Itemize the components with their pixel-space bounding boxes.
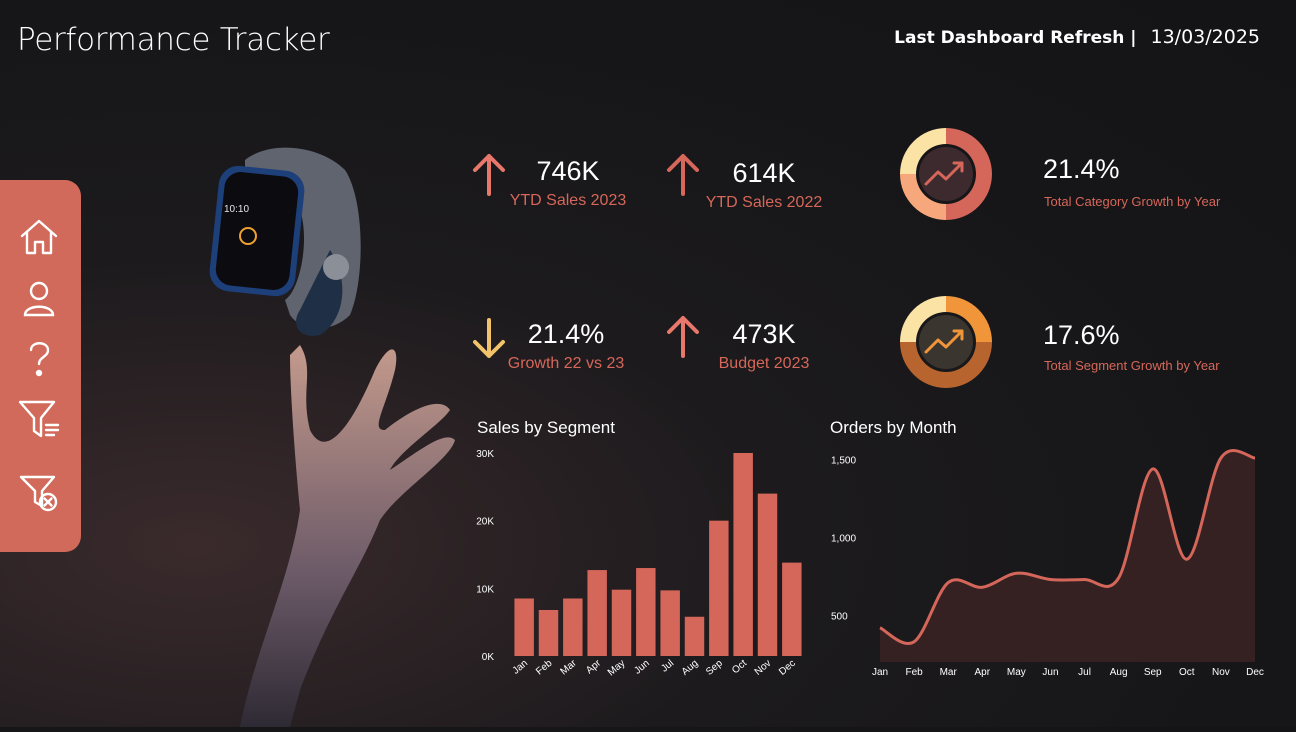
last-refresh: Last Dashboard Refresh | 13/03/2025 bbox=[894, 26, 1260, 48]
bar bbox=[709, 520, 729, 656]
kpi-value: 473K bbox=[732, 319, 796, 349]
kpi-value: 746K bbox=[536, 156, 600, 186]
x-tick-label: Sep bbox=[1144, 667, 1162, 678]
x-tick-label: Jul bbox=[1078, 667, 1091, 678]
ring-value: 21.4% bbox=[1043, 154, 1120, 184]
sales-by-segment-title: Sales by Segment bbox=[477, 418, 615, 437]
x-tick-label: Feb bbox=[905, 667, 923, 678]
kpi-label: YTD Sales 2022 bbox=[705, 194, 823, 211]
x-tick-label: May bbox=[606, 658, 628, 679]
y-tick-label: 0K bbox=[482, 652, 495, 663]
bar bbox=[660, 590, 680, 656]
x-tick-label: Mar bbox=[940, 667, 958, 678]
x-tick-label: Jan bbox=[511, 658, 530, 677]
x-tick-label: Sep bbox=[704, 658, 725, 678]
refresh-label: Last Dashboard Refresh | bbox=[894, 28, 1137, 48]
x-tick-label: Nov bbox=[753, 658, 774, 678]
x-tick-label: Jun bbox=[1042, 667, 1058, 678]
bar bbox=[587, 570, 607, 656]
orders-by-month-chart: 500 1,000 1,500 Jan Feb Mar Apr May Jun Jul Aug Sep… bbox=[831, 449, 1264, 678]
kpi-label: YTD Sales 2023 bbox=[509, 192, 627, 209]
orders-by-month-title: Orders by Month bbox=[830, 418, 957, 437]
bar bbox=[684, 616, 705, 656]
home-icon[interactable] bbox=[18, 216, 60, 258]
bar bbox=[563, 598, 583, 656]
kpi-budget-2023: 473K Budget 2023 bbox=[664, 310, 854, 380]
bar bbox=[782, 562, 802, 656]
sidebar-nav bbox=[0, 180, 81, 552]
bar bbox=[733, 453, 753, 656]
sales-by-segment-chart: 0K 10K 20K 30K Jan Feb Mar Apr May Jun Jul Aug Sep Oc… bbox=[476, 449, 802, 679]
refresh-date: 13/03/2025 bbox=[1150, 26, 1260, 48]
y-tick-label: 1,500 bbox=[831, 456, 856, 467]
y-tick-label: 500 bbox=[831, 611, 848, 622]
y-tick-label: 20K bbox=[476, 517, 494, 528]
segment-growth-ring bbox=[898, 294, 994, 390]
x-tick-label: Aug bbox=[680, 658, 701, 678]
x-tick-label: Oct bbox=[1179, 667, 1195, 678]
bar bbox=[611, 589, 632, 656]
x-tick-label: Oct bbox=[730, 658, 749, 677]
x-tick-label: Jun bbox=[632, 658, 651, 677]
y-tick-label: 10K bbox=[476, 584, 494, 595]
kpi-ytd-sales-2022: 614K YTD Sales 2022 bbox=[664, 148, 854, 218]
bar bbox=[757, 493, 778, 656]
kpi-value: 21.4% bbox=[527, 319, 605, 349]
bar bbox=[636, 568, 656, 656]
user-icon[interactable] bbox=[18, 278, 60, 320]
x-tick-label: Mar bbox=[558, 657, 579, 677]
ring-label: Total Category Growth by Year bbox=[1044, 194, 1221, 209]
x-tick-label: Apr bbox=[584, 657, 604, 676]
ring-label: Total Segment Growth by Year bbox=[1044, 358, 1220, 373]
ring-value: 17.6% bbox=[1043, 320, 1120, 350]
filter-icon[interactable] bbox=[18, 398, 60, 440]
y-tick-label: 30K bbox=[476, 449, 494, 460]
help-icon[interactable] bbox=[18, 338, 60, 380]
x-tick-label: Dec bbox=[777, 658, 798, 678]
category-growth-ring bbox=[898, 126, 994, 222]
x-tick-label: Feb bbox=[534, 658, 555, 678]
svg-text:10:10: 10:10 bbox=[224, 204, 249, 215]
x-tick-label: Dec bbox=[1246, 667, 1264, 678]
bar bbox=[514, 598, 534, 656]
bar bbox=[538, 609, 559, 656]
kpi-label: Growth 22 vs 23 bbox=[507, 355, 625, 372]
x-tick-label: Aug bbox=[1110, 667, 1128, 678]
y-tick-label: 1,000 bbox=[831, 533, 856, 544]
trend-up-icon bbox=[667, 154, 699, 196]
x-tick-label: Jan bbox=[872, 667, 888, 678]
kpi-ytd-sales-2023: 746K YTD Sales 2023 bbox=[470, 148, 660, 218]
kpi-label: Budget 2023 bbox=[718, 355, 810, 372]
x-tick-label: May bbox=[1007, 667, 1026, 678]
page-title: Performance Tracker bbox=[17, 22, 330, 58]
area-fill bbox=[880, 450, 1255, 662]
kpi-value: 614K bbox=[732, 158, 796, 188]
x-tick-label: Apr bbox=[974, 667, 990, 678]
clear-filter-icon[interactable] bbox=[18, 472, 60, 514]
trend-up-icon bbox=[667, 316, 699, 358]
x-tick-label: Jul bbox=[659, 658, 676, 675]
x-tick-label: Nov bbox=[1212, 667, 1230, 678]
kpi-growth-22-vs-23: 21.4% Growth 22 vs 23 bbox=[470, 310, 660, 380]
product-image: 10:10 bbox=[150, 130, 470, 727]
